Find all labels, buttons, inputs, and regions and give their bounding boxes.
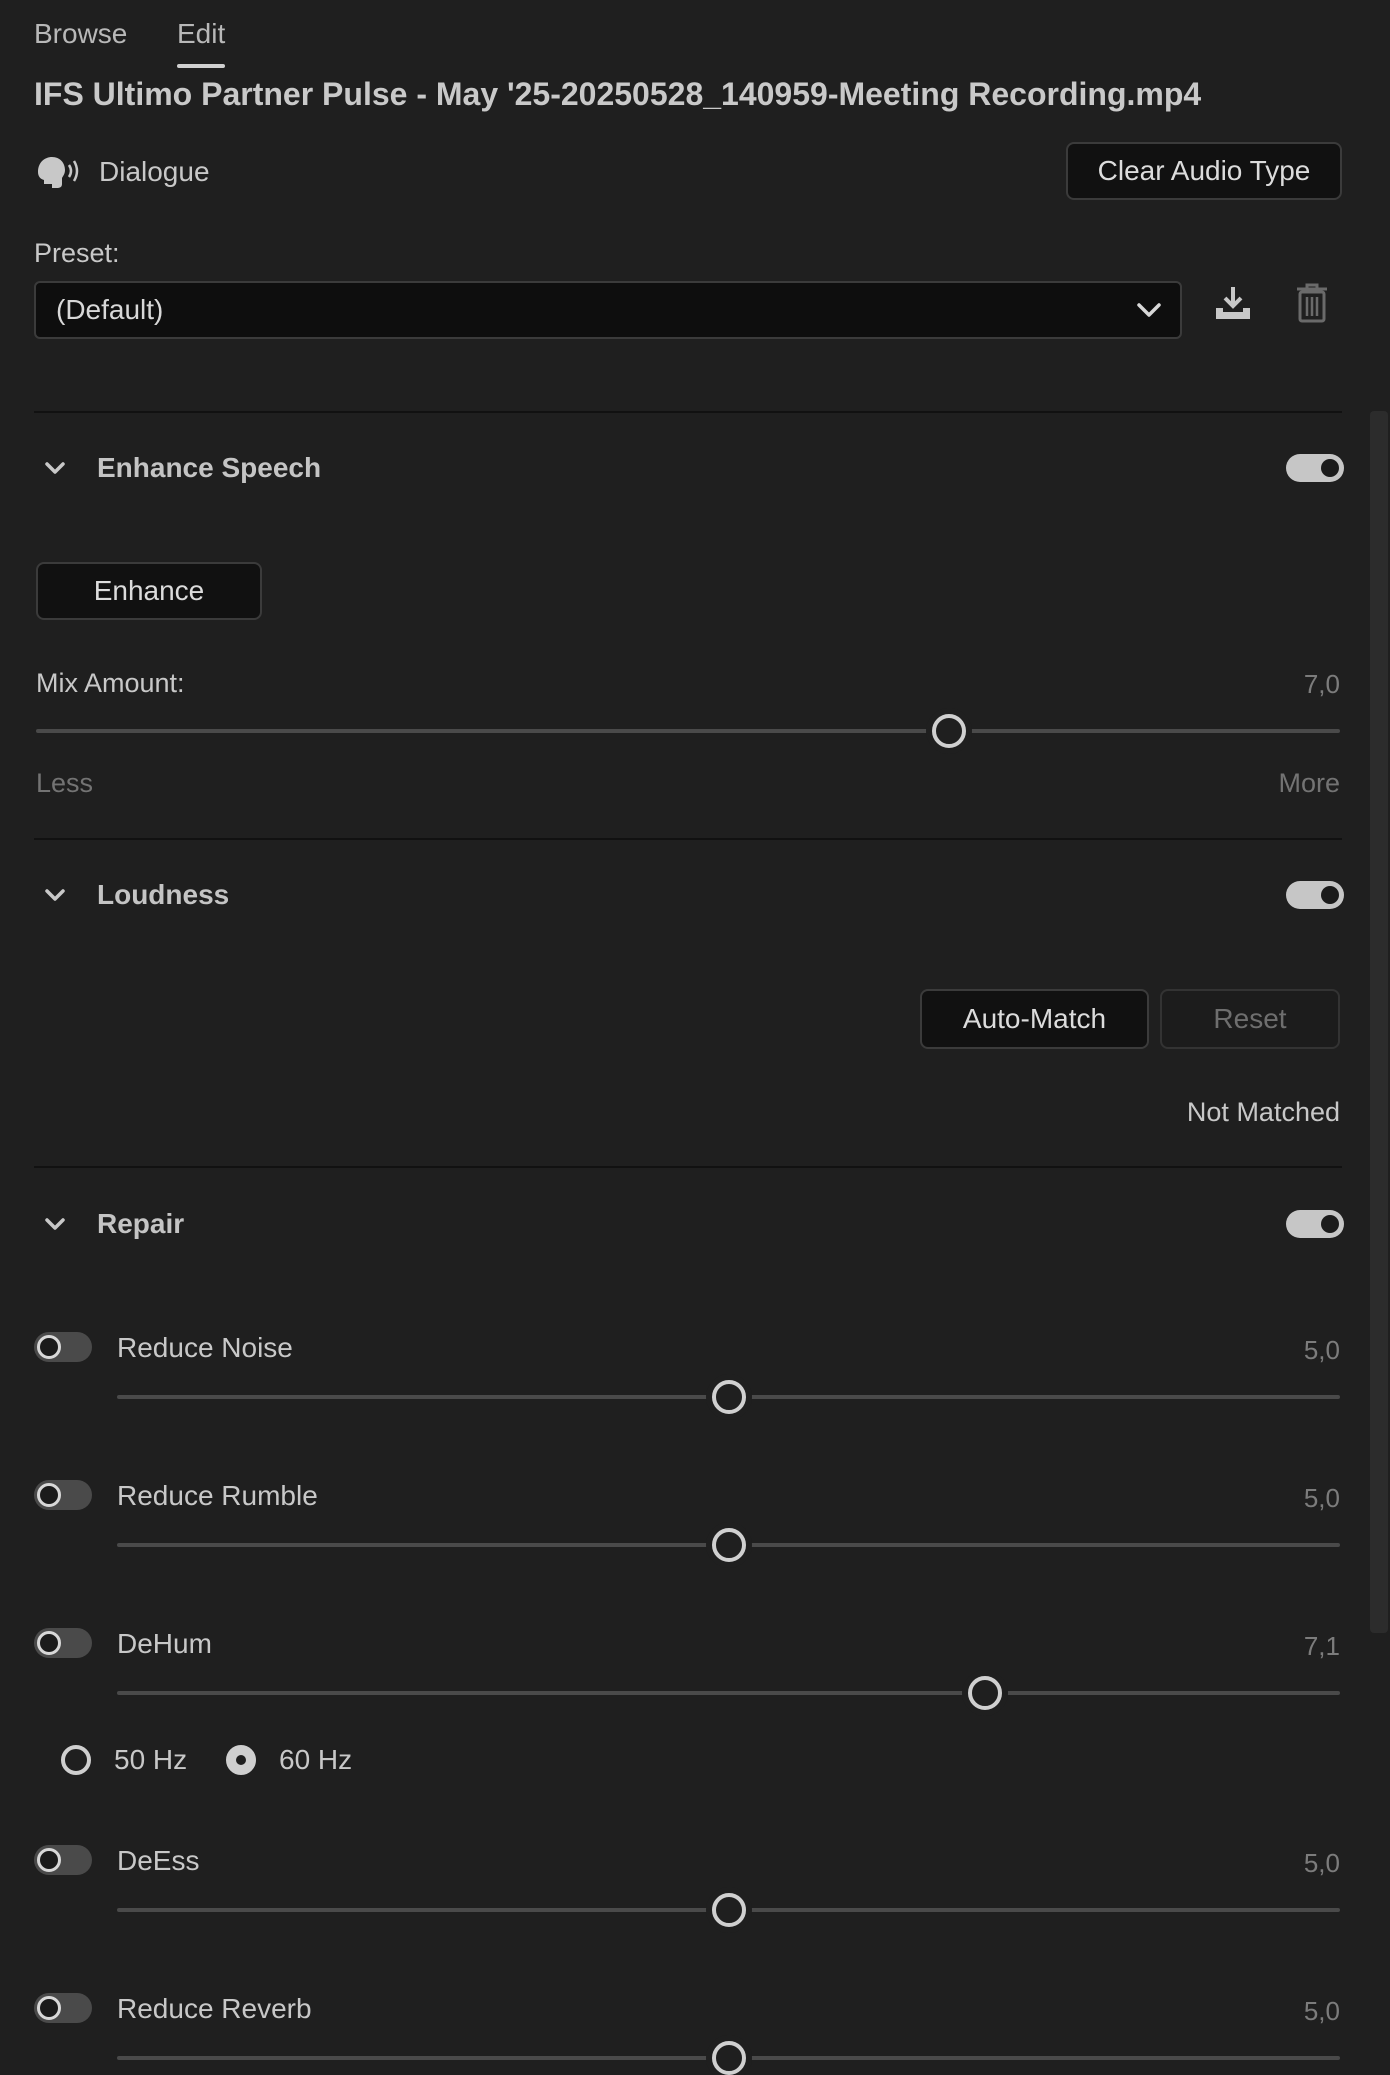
- loudness-status: Not Matched: [1186, 1097, 1340, 1127]
- preset-selected-value: (Default): [56, 294, 164, 325]
- file-title: IFS Ultimo Partner Pulse - May '25-20250…: [34, 76, 1202, 112]
- mix-amount-value: 7,0: [1303, 669, 1340, 699]
- preset-label: Preset:: [34, 238, 120, 268]
- reduce-reverb-slider-thumb[interactable]: [711, 2041, 746, 2075]
- chevron-down-icon[interactable]: [44, 884, 66, 906]
- preset-dropdown[interactable]: (Default): [34, 281, 1182, 339]
- section-divider: [34, 411, 1342, 413]
- dehum-slider[interactable]: [117, 1691, 1340, 1695]
- section-title-enhance-speech: Enhance Speech: [97, 452, 322, 483]
- reduce-reverb-value: 5,0: [1303, 1996, 1340, 2026]
- vertical-scrollbar[interactable]: [1370, 411, 1388, 1633]
- radio-50hz[interactable]: [61, 1745, 91, 1775]
- reduce-reverb-toggle[interactable]: [34, 1993, 92, 2023]
- clear-audio-type-button[interactable]: Clear Audio Type: [1066, 142, 1342, 200]
- less-label: Less: [36, 768, 94, 798]
- section-divider: [34, 838, 1342, 840]
- more-label: More: [1278, 768, 1340, 798]
- mix-amount-slider-thumb[interactable]: [931, 714, 966, 748]
- tab-edit[interactable]: Edit: [177, 18, 226, 68]
- reduce-rumble-label: Reduce Rumble: [117, 1480, 318, 1511]
- section-divider: [34, 1166, 1342, 1168]
- deess-label: DeEss: [117, 1845, 200, 1876]
- reduce-rumble-slider-thumb[interactable]: [711, 1528, 746, 1562]
- mix-amount-label: Mix Amount:: [36, 668, 185, 698]
- loudness-toggle[interactable]: [1286, 881, 1344, 909]
- chevron-down-icon[interactable]: [44, 1213, 66, 1235]
- tab-browse[interactable]: Browse: [34, 18, 127, 50]
- reduce-rumble-toggle[interactable]: [34, 1480, 92, 1510]
- speaking-head-icon: [34, 154, 80, 192]
- enhance-button[interactable]: Enhance: [36, 562, 262, 620]
- radio-60hz[interactable]: [226, 1745, 256, 1775]
- trash-icon[interactable]: [1295, 282, 1329, 324]
- deess-value: 5,0: [1303, 1848, 1340, 1878]
- dehum-toggle[interactable]: [34, 1628, 92, 1658]
- radio-60hz-label: 60 Hz: [279, 1744, 353, 1775]
- dehum-value: 7,1: [1303, 1631, 1340, 1661]
- enhance-speech-toggle[interactable]: [1286, 454, 1344, 482]
- reduce-noise-value: 5,0: [1303, 1335, 1340, 1365]
- chevron-down-icon[interactable]: [44, 457, 66, 479]
- audio-type-label: Dialogue: [99, 156, 210, 187]
- reduce-noise-toggle[interactable]: [34, 1332, 92, 1362]
- section-title-repair: Repair: [97, 1208, 185, 1239]
- repair-toggle[interactable]: [1286, 1210, 1344, 1238]
- section-title-loudness: Loudness: [97, 879, 230, 910]
- dehum-label: DeHum: [117, 1628, 212, 1659]
- reduce-noise-slider-thumb[interactable]: [711, 1380, 746, 1414]
- reduce-noise-label: Reduce Noise: [117, 1332, 293, 1363]
- mix-amount-slider[interactable]: [36, 729, 1340, 733]
- deess-slider-thumb[interactable]: [711, 1893, 746, 1927]
- deess-toggle[interactable]: [34, 1845, 92, 1875]
- reduce-rumble-value: 5,0: [1303, 1483, 1340, 1513]
- chevron-down-icon: [1137, 303, 1161, 317]
- dehum-slider-thumb[interactable]: [968, 1676, 1003, 1710]
- auto-match-button[interactable]: Auto-Match: [920, 989, 1149, 1049]
- save-preset-icon[interactable]: [1213, 283, 1253, 323]
- radio-50hz-label: 50 Hz: [114, 1744, 188, 1775]
- reduce-reverb-label: Reduce Reverb: [117, 1993, 312, 2024]
- reset-button[interactable]: Reset: [1160, 989, 1340, 1049]
